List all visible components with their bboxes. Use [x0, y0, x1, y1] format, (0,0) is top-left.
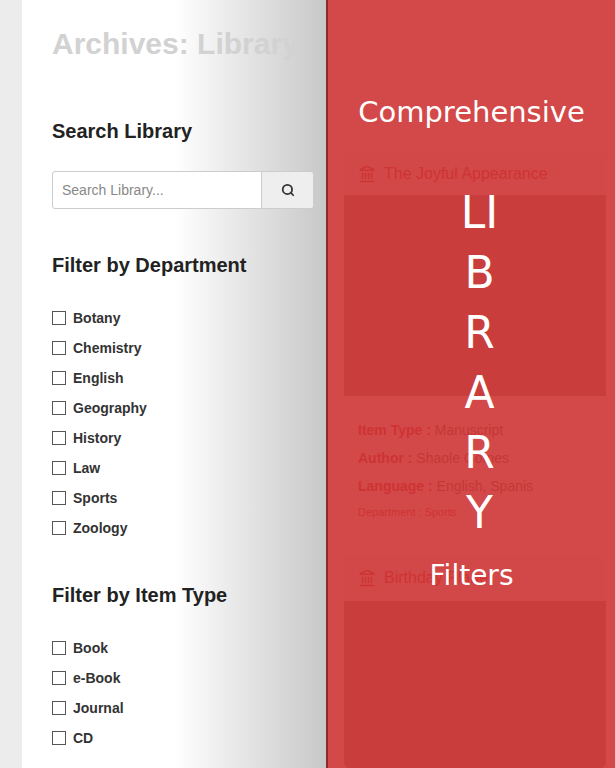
- search-icon: [281, 183, 295, 197]
- item-type-filter: Filter by Item Type Book e-Book Journal CD: [52, 582, 314, 748]
- filter-option[interactable]: CD: [52, 728, 314, 748]
- checkbox[interactable]: [52, 521, 66, 535]
- checkbox[interactable]: [52, 671, 66, 685]
- filter-option[interactable]: e-Book: [52, 668, 314, 688]
- filter-sidebar: Archives: Library Search Library Filter by…: [22, 0, 326, 768]
- checkbox[interactable]: [52, 491, 66, 505]
- search-bar: [52, 171, 314, 209]
- checkbox[interactable]: [52, 431, 66, 445]
- department-filter: Filter by Department Botany Chemistry Engli…: [52, 252, 314, 538]
- filter-option[interactable]: History: [52, 428, 314, 448]
- filter-option[interactable]: Botany: [52, 308, 314, 328]
- filter-heading: Filter by Item Type: [52, 582, 314, 608]
- filter-option[interactable]: Law: [52, 458, 314, 478]
- filter-option[interactable]: Book: [52, 638, 314, 658]
- filter-option[interactable]: Zoology: [52, 518, 314, 538]
- checkbox[interactable]: [52, 701, 66, 715]
- promo-overlay: Comprehensive LIBRARY Filters: [328, 0, 615, 768]
- checkbox[interactable]: [52, 341, 66, 355]
- checkbox[interactable]: [52, 311, 66, 325]
- filter-option[interactable]: Sports: [52, 488, 314, 508]
- overlay-footer: Filters: [430, 559, 514, 593]
- overlay-vertical-word: LIBRARY: [458, 183, 502, 543]
- results-panel: The Joyful AppearanceItem Type : Manuscr…: [326, 0, 615, 768]
- checkbox[interactable]: [52, 641, 66, 655]
- filter-option[interactable]: Journal: [52, 698, 314, 718]
- search-heading: Search Library: [52, 118, 314, 144]
- search-input[interactable]: [52, 171, 262, 209]
- checkbox[interactable]: [52, 731, 66, 745]
- checkbox[interactable]: [52, 461, 66, 475]
- checkbox[interactable]: [52, 371, 66, 385]
- app: Archives: Library Search Library Filter by…: [0, 0, 615, 768]
- filter-option[interactable]: Chemistry: [52, 338, 314, 358]
- overlay-heading: Comprehensive: [358, 95, 585, 129]
- checkbox[interactable]: [52, 401, 66, 415]
- page-title: Archives: Library: [52, 26, 314, 62]
- filter-option[interactable]: English: [52, 368, 314, 388]
- filter-heading: Filter by Department: [52, 252, 314, 278]
- filter-option[interactable]: Geography: [52, 398, 314, 418]
- search-button[interactable]: [262, 171, 314, 209]
